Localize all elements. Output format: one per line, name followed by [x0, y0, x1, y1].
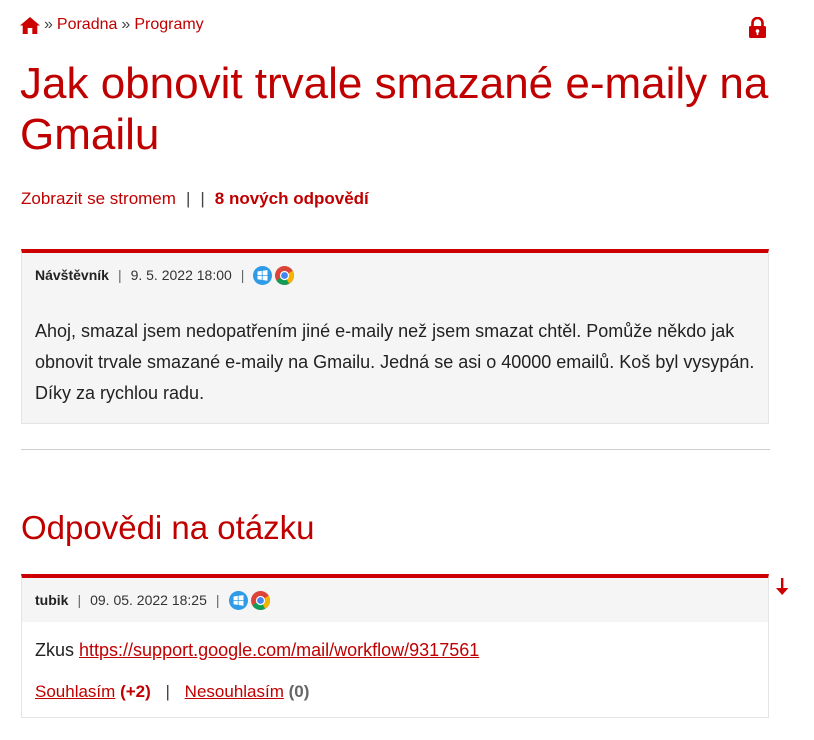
meta-separator: |	[215, 592, 220, 608]
question-post: Návštěvník | 9. 5. 2022 18:00 | Ahoj, sm…	[21, 249, 769, 424]
meta-separator: |	[77, 592, 82, 608]
breadcrumb-item-poradna[interactable]: Poradna	[57, 16, 118, 34]
answer-post: tubik | 09. 05. 2022 18:25 | Zkus https:…	[21, 574, 769, 718]
chrome-icon	[275, 265, 295, 285]
lock-icon[interactable]	[748, 17, 767, 38]
new-answers-link[interactable]: 8 nových odpovědí	[215, 189, 369, 209]
support-link[interactable]: https://support.google.com/mail/workflow…	[79, 640, 479, 660]
post-author: Návštěvník	[35, 267, 109, 283]
post-meta: Návštěvník | 9. 5. 2022 18:00 |	[22, 253, 768, 297]
separator: |	[185, 189, 191, 208]
chrome-icon	[250, 590, 270, 610]
post-author: tubik	[35, 592, 69, 608]
arrow-down-icon[interactable]	[775, 578, 789, 596]
breadcrumb-separator: »	[121, 16, 131, 33]
page-title: Jak obnovit trvale smazané e-maily na Gm…	[20, 59, 769, 159]
agree-button[interactable]: Souhlasím	[35, 682, 115, 701]
breadcrumb-item-programy[interactable]: Programy	[134, 16, 203, 34]
agree-count: (+2)	[120, 682, 151, 701]
vote-separator: |	[165, 682, 170, 701]
breadcrumb-separator: »	[44, 16, 53, 33]
thread-controls: Zobrazit se stromem | | 8 nových odpověd…	[21, 189, 369, 209]
post-meta: tubik | 09. 05. 2022 18:25 |	[22, 578, 768, 622]
post-date: 9. 5. 2022 18:00	[130, 267, 232, 283]
vote-controls: Souhlasím (+2) | Nesouhlasím (0)	[35, 682, 309, 702]
meta-separator: |	[117, 267, 122, 283]
show-tree-link[interactable]: Zobrazit se stromem	[21, 189, 176, 209]
home-icon[interactable]	[20, 16, 40, 34]
windows-icon	[253, 265, 273, 285]
answer-text: Zkus	[35, 640, 80, 660]
windows-icon	[228, 590, 248, 610]
separator: |	[200, 189, 205, 208]
post-date: 09. 05. 2022 18:25	[90, 592, 207, 608]
section-divider	[21, 449, 770, 450]
post-body: Zkus https://support.google.com/mail/wor…	[22, 622, 768, 666]
page: » Poradna » Programy Jak obnovit trvale …	[0, 0, 814, 740]
disagree-button[interactable]: Nesouhlasím	[185, 682, 284, 701]
answers-heading: Odpovědi na otázku	[21, 509, 315, 546]
disagree-count: (0)	[288, 682, 310, 701]
meta-separator: |	[240, 267, 245, 283]
post-body: Ahoj, smazal jsem nedopatřením jiné e-ma…	[35, 321, 755, 403]
breadcrumb: » Poradna » Programy	[20, 16, 204, 34]
